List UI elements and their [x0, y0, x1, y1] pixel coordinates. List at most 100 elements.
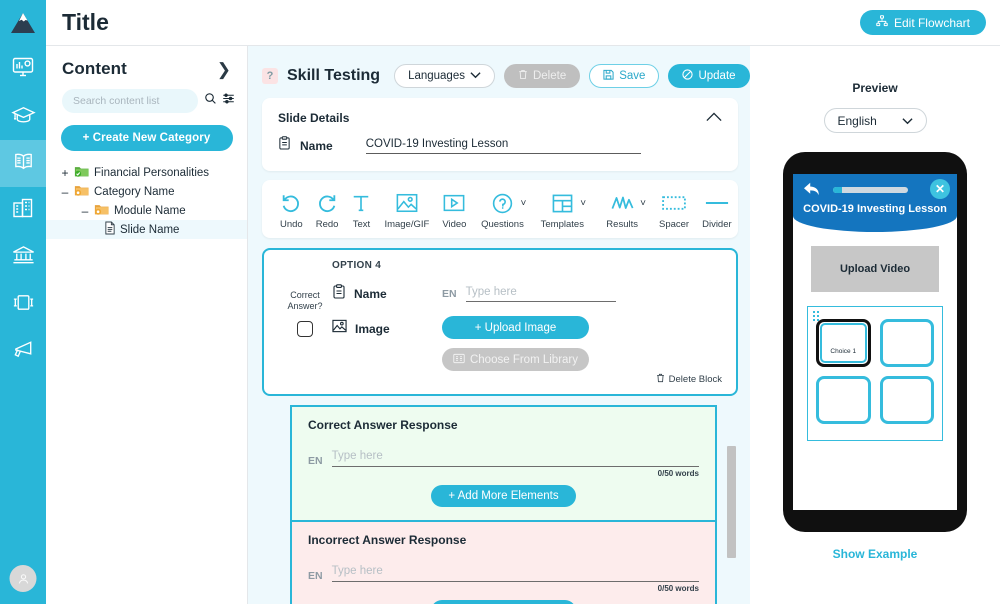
toolbar-questions-group: Questions ˅ [479, 190, 526, 230]
correct-response-input[interactable]: Type here [331, 446, 699, 467]
preview-language-select[interactable]: English [823, 108, 927, 133]
main-editor-panel: ? Skill Testing Languages Delete Save Up… [248, 0, 750, 604]
content-tree: + Financial Personalities – Category Nam… [46, 163, 247, 239]
phone-video-placeholder[interactable]: Upload Video [811, 246, 939, 292]
toolbar-templates[interactable]: Templates [539, 190, 585, 230]
toolbar-label: Spacer [658, 219, 690, 230]
option-name-input[interactable]: Type here [465, 286, 616, 302]
show-example-link[interactable]: Show Example [833, 547, 918, 561]
incorrect-response-input[interactable]: Type here [331, 561, 699, 582]
chevron-right-icon[interactable]: ❯ [217, 61, 231, 78]
choose-from-library-button[interactable]: Choose From Library [442, 348, 589, 371]
rail-item-campaigns[interactable] [0, 328, 46, 375]
phone-choice-2[interactable] [879, 319, 934, 367]
toolbar-video[interactable]: Video [442, 190, 466, 230]
tree-item-module-name[interactable]: – Module Name [46, 201, 247, 220]
correct-answer-checkbox[interactable] [297, 321, 313, 337]
rail-item-education[interactable] [0, 93, 46, 140]
tree-item-category-name[interactable]: – Category Name [46, 182, 247, 201]
languages-dropdown[interactable]: Languages [394, 64, 495, 88]
toolbar-label: Video [442, 219, 467, 230]
phone-choice-1[interactable]: Choice 1 [816, 319, 871, 367]
floppy-disk-icon [603, 69, 614, 83]
update-button[interactable]: Update [668, 64, 750, 88]
phone-choice-3[interactable] [816, 376, 871, 424]
option-block: OPTION 4 Correct Answer? Name EN Type he… [262, 248, 738, 396]
save-button[interactable]: Save [589, 64, 660, 88]
rail-item-carousel[interactable] [0, 281, 46, 328]
edit-flowchart-button[interactable]: Edit Flowchart [859, 10, 986, 35]
upload-image-button[interactable]: + Upload Image [442, 316, 589, 339]
toolbar-label: Image/GIF [384, 219, 430, 230]
toolbar-label: Questions [481, 219, 524, 230]
open-book-icon [11, 149, 36, 179]
filter-sliders-icon[interactable] [222, 92, 235, 110]
sidebar-title: Content [62, 59, 127, 78]
toolbar-questions[interactable]: Questions [479, 190, 525, 230]
toolbar-label: Results [606, 219, 638, 230]
incorrect-add-more-elements-button[interactable]: + Add More Elements [431, 600, 576, 604]
slide-name-input[interactable] [365, 137, 641, 154]
tree-item-financial-personalities[interactable]: + Financial Personalities [46, 163, 247, 182]
correct-response-title: Correct Answer Response [308, 418, 458, 432]
toolbar-spacer[interactable]: Spacer [659, 190, 689, 230]
rail-items [0, 46, 46, 375]
library-icon [453, 353, 465, 367]
correct-response-input-row: EN Type here [308, 446, 699, 467]
mountain-logo-icon[interactable] [0, 0, 46, 46]
toolbar-divider[interactable]: Divider [702, 190, 732, 230]
document-icon [104, 221, 116, 238]
preview-title: Preview [852, 81, 898, 95]
rail-item-organizations[interactable] [0, 187, 46, 234]
chart-zigzag-icon [611, 190, 634, 216]
tree-item-slide-name[interactable]: Slide Name [46, 220, 247, 239]
rail-item-dashboard[interactable] [0, 46, 46, 93]
toolbar-undo[interactable]: Undo [280, 190, 303, 230]
tree-toggle[interactable]: – [60, 185, 70, 199]
question-circle-icon [492, 190, 513, 216]
delete-block-button[interactable]: Delete Block [278, 373, 722, 386]
lang-tag-en: EN [442, 288, 457, 300]
top-bar: Title Edit Flowchart [46, 0, 1000, 46]
page-title: Title [62, 9, 109, 35]
search-placeholder: Search content list [73, 95, 160, 107]
image-buttons: + Upload Image Choose From Library [442, 316, 589, 371]
chevron-down-icon[interactable]: ˅ [520, 198, 526, 209]
correct-answer-label-line1: Correct [290, 290, 320, 300]
slide-details-header: Slide Details [262, 98, 738, 132]
create-new-category-button[interactable]: + Create New Category [60, 125, 233, 151]
edit-flowchart-label: Edit Flowchart [893, 15, 970, 30]
rail-item-institutions[interactable] [0, 234, 46, 281]
back-arrow-icon[interactable] [802, 181, 822, 202]
image-picture-icon [332, 319, 347, 338]
tree-toggle[interactable]: + [60, 166, 70, 180]
drag-grip-icon[interactable] [813, 311, 819, 321]
chevron-down-icon[interactable]: ˅ [640, 198, 646, 209]
chevron-up-icon[interactable] [706, 109, 722, 127]
phone-choice-grid: Choice 1 [816, 319, 934, 424]
toolbar-results[interactable]: Results [599, 190, 645, 230]
toolbar-image-gif[interactable]: Image/GIF [384, 190, 429, 230]
correct-answer-label-line2: Answer? [287, 301, 323, 311]
delete-button[interactable]: Delete [503, 64, 581, 88]
search-input[interactable]: Search content list [62, 89, 198, 113]
toolbar-text[interactable]: Text [351, 190, 371, 230]
close-x-icon[interactable]: ✕ [930, 179, 950, 199]
toolbar-label: Templates [540, 219, 584, 230]
app-root: Title Edit Flowchart Content ❯ Search co… [0, 0, 1000, 604]
user-avatar-icon[interactable] [9, 565, 37, 592]
correct-add-more-elements-button[interactable]: + Add More Elements [431, 485, 576, 507]
tree-toggle[interactable]: – [80, 204, 90, 218]
main-vertical-scrollbar[interactable] [727, 446, 736, 558]
phone-preview-frame: ✕ COVID-19 Investing Lesson Upload Video… [783, 152, 967, 532]
option-name-placeholder: Type here [465, 286, 517, 298]
tree-item-label: Slide Name [120, 223, 180, 236]
redo-arrow-icon [316, 190, 338, 216]
rail-item-content[interactable] [0, 140, 46, 187]
building-icon [11, 196, 35, 225]
search-icon[interactable] [204, 92, 217, 110]
toolbar-redo[interactable]: Redo [316, 190, 338, 230]
phone-choice-4[interactable] [879, 376, 934, 424]
trash-icon [518, 69, 528, 83]
chevron-down-icon[interactable]: ˅ [580, 198, 586, 209]
